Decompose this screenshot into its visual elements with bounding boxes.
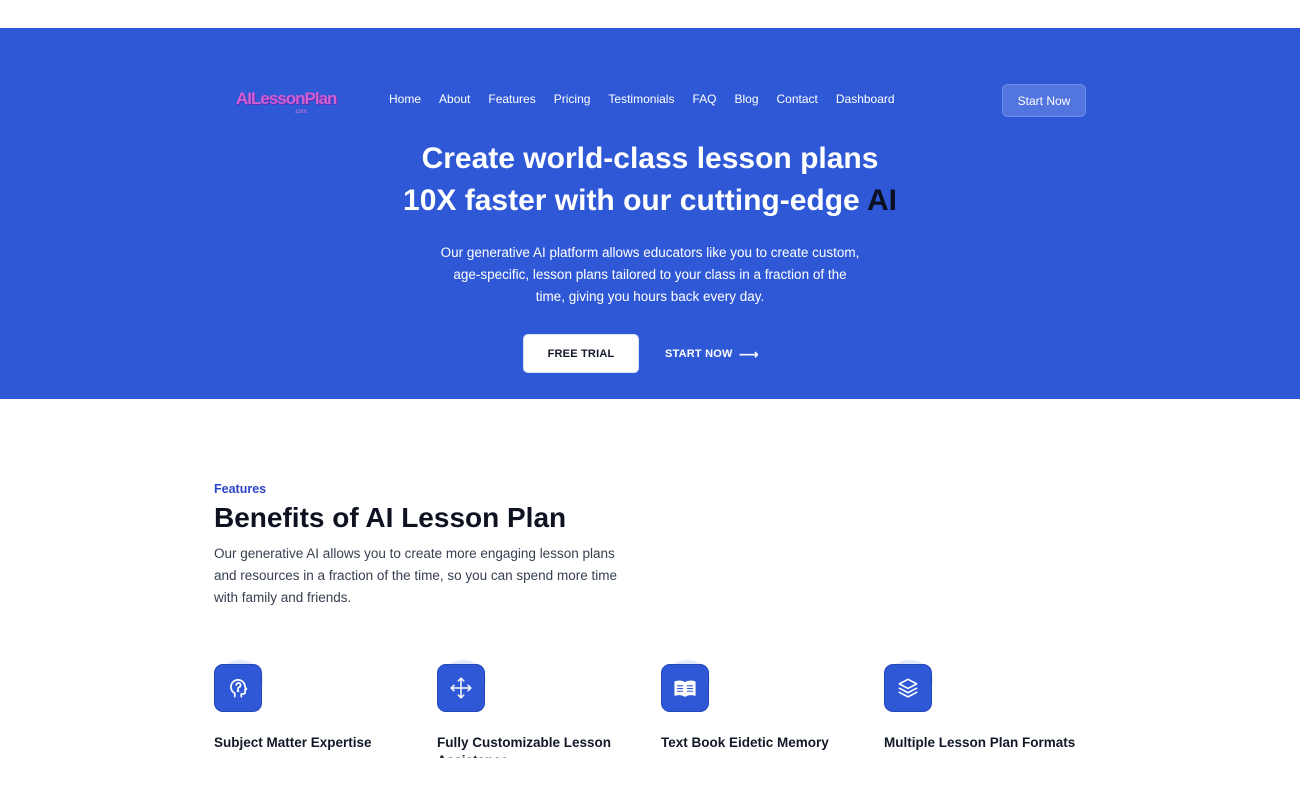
viewport-bottom-cover bbox=[0, 758, 1300, 788]
arrow-right-icon: ⟶ bbox=[738, 346, 759, 362]
nav-testimonials[interactable]: Testimonials bbox=[608, 92, 674, 110]
nav-contact[interactable]: Contact bbox=[777, 92, 818, 110]
header-start-now-button[interactable]: Start Now bbox=[1002, 84, 1086, 117]
feature-card-customizable: Fully Customizable Lesson Assistance bbox=[437, 660, 647, 762]
logo-text: AILessonPlan bbox=[236, 89, 337, 108]
feature-title: Text Book Eidetic Memory bbox=[661, 735, 829, 750]
move-arrows-icon bbox=[437, 664, 485, 712]
feature-icon-wrap bbox=[661, 660, 713, 714]
hero-title-line1: Create world-class lesson plans bbox=[421, 142, 879, 175]
start-now-label: START NOW bbox=[665, 348, 733, 360]
free-trial-button[interactable]: FREE TRIAL bbox=[523, 334, 639, 373]
head-question-icon bbox=[214, 664, 262, 712]
nav-home[interactable]: Home bbox=[389, 92, 421, 110]
nav-dashboard[interactable]: Dashboard bbox=[836, 92, 895, 110]
main-nav: Home About Features Pricing Testimonials… bbox=[380, 92, 904, 110]
logo[interactable]: AILessonPlan .com bbox=[236, 89, 337, 119]
features-description: Our generative AI allows you to create m… bbox=[214, 546, 617, 605]
nav-pricing[interactable]: Pricing bbox=[554, 92, 591, 110]
nav-features[interactable]: Features bbox=[488, 92, 535, 110]
start-now-link[interactable]: START NOW ⟶ bbox=[665, 345, 759, 363]
feature-card-subject-matter: Subject Matter Expertise bbox=[214, 660, 424, 750]
feature-title: Subject Matter Expertise bbox=[214, 735, 372, 750]
features-title: Benefits of AI Lesson Plan bbox=[214, 502, 567, 533]
hero-title-line2: 10X faster with our cutting-edge bbox=[403, 184, 867, 217]
feature-title: Multiple Lesson Plan Formats bbox=[884, 735, 1076, 750]
features-eyebrow: Features bbox=[214, 482, 267, 496]
feature-icon-wrap bbox=[884, 660, 936, 714]
hero-description: Our generative AI platform allows educat… bbox=[440, 245, 860, 304]
hero-title: Create world-class lesson plans 10X fast… bbox=[300, 138, 1000, 222]
nav-blog[interactable]: Blog bbox=[734, 92, 758, 110]
feature-card-textbook: Text Book Eidetic Memory bbox=[661, 660, 871, 750]
feature-icon-wrap bbox=[214, 660, 266, 714]
layers-icon bbox=[884, 664, 932, 712]
feature-icon-wrap bbox=[437, 660, 489, 714]
top-strip bbox=[0, 0, 1300, 28]
logo-subtext: .com bbox=[294, 109, 308, 115]
feature-card-formats: Multiple Lesson Plan Formats bbox=[884, 660, 1094, 750]
hero-title-accent: AI bbox=[866, 184, 897, 217]
nav-faq[interactable]: FAQ bbox=[692, 92, 716, 110]
nav-about[interactable]: About bbox=[439, 92, 470, 110]
open-book-icon bbox=[661, 664, 709, 712]
